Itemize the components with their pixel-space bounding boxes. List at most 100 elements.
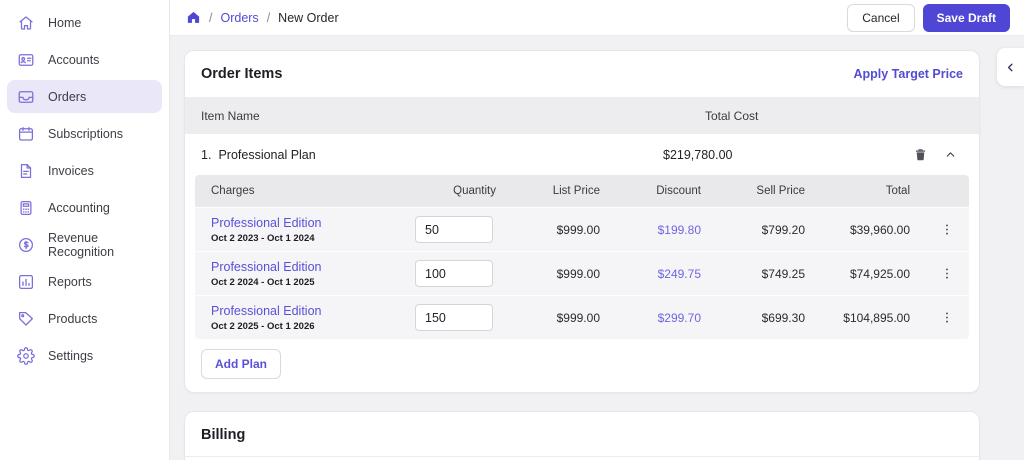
charge-menu-button[interactable] (940, 222, 954, 237)
gear-icon (17, 346, 35, 365)
list-price-value: $999.00 (556, 222, 600, 237)
sidebar-item-label: Products (48, 311, 98, 326)
sidebar-item-label: Subscriptions (48, 126, 124, 141)
breadcrumb-home-icon[interactable] (186, 10, 201, 25)
charge-name-link[interactable]: Professional Edition (211, 260, 415, 274)
save-draft-button[interactable]: Save Draft (922, 3, 1010, 32)
collapse-plan-button[interactable] (944, 148, 957, 161)
sidebar-item-label: Revenue Recognition (48, 230, 115, 259)
sidebar-item-products[interactable]: Products (7, 302, 162, 335)
total-value: $104,895.00 (843, 310, 910, 325)
order-items-card: Order Items Apply Target Price Item Name… (184, 50, 980, 393)
add-plan-button[interactable]: Add Plan (201, 349, 282, 379)
column-total: Total (885, 185, 910, 197)
sidebar: Home Accounts Orders Subscriptions Invoi… (0, 0, 170, 460)
trash-icon (915, 149, 926, 161)
sell-price-value: $799.20 (761, 222, 805, 237)
cancel-button[interactable]: Cancel (847, 3, 915, 32)
document-icon (20, 163, 32, 178)
tag-icon (18, 311, 34, 326)
column-total-cost: Total Cost (705, 108, 759, 123)
charge-menu-button[interactable] (940, 266, 954, 281)
breadcrumb: / Orders / New Order (186, 10, 339, 25)
order-items-title: Order Items (201, 66, 283, 82)
total-value: $74,925.00 (849, 266, 910, 281)
column-charges: Charges (211, 185, 255, 197)
collapse-panel-button[interactable] (997, 48, 1024, 86)
quantity-input[interactable] (415, 216, 493, 243)
breadcrumb-current: New Order (278, 10, 339, 25)
calculator-icon (20, 200, 32, 215)
billing-title: Billing (201, 427, 246, 443)
charge-name-link[interactable]: Professional Edition (211, 216, 415, 230)
column-list-price: List Price (552, 185, 600, 197)
breadcrumb-link-orders[interactable]: Orders (220, 11, 258, 25)
plan-total-cost: $219,780.00 (663, 147, 733, 162)
sidebar-item-label: Settings (48, 348, 94, 363)
sidebar-item-label: Orders (48, 89, 87, 104)
sidebar-item-subscriptions[interactable]: Subscriptions (7, 117, 162, 150)
breadcrumb-separator: / (266, 10, 271, 25)
id-card-icon (18, 53, 34, 66)
calendar-icon (18, 126, 34, 141)
charges-table-header: Charges Quantity List Price Discount Sel… (195, 175, 969, 207)
delete-plan-button[interactable] (913, 147, 928, 162)
discount-value[interactable]: $249.75 (615, 267, 716, 281)
content: Order Items Apply Target Price Item Name… (170, 36, 1024, 460)
sidebar-item-label: Home (48, 15, 82, 30)
sell-price-value: $699.30 (761, 310, 805, 325)
home-icon (19, 15, 33, 30)
sidebar-item-accounts[interactable]: Accounts (7, 43, 162, 76)
dollar-circle-icon (18, 237, 34, 252)
order-items-header: Order Items Apply Target Price (185, 51, 979, 97)
quantity-input[interactable] (415, 260, 493, 287)
sidebar-item-label: Invoices (48, 163, 94, 178)
sidebar-item-revenue-recognition[interactable]: Revenue Recognition (7, 228, 162, 261)
sell-price-value: $749.25 (761, 266, 805, 281)
discount-value[interactable]: $199.80 (615, 223, 716, 237)
charge-menu-button[interactable] (940, 310, 954, 325)
kebab-icon (946, 224, 948, 235)
breadcrumb-separator: / (209, 10, 213, 25)
chevron-left-icon (1007, 63, 1013, 71)
apply-target-price-link[interactable]: Apply Target Price (853, 67, 963, 81)
charge-name-link[interactable]: Professional Edition (211, 304, 415, 318)
charge-row: Professional Edition Oct 2 2025 - Oct 1 … (195, 295, 969, 339)
charge-period: Oct 2 2024 - Oct 1 2025 (211, 276, 315, 288)
charges-table: Charges Quantity List Price Discount Sel… (195, 175, 969, 339)
column-quantity: Quantity (453, 185, 496, 197)
charge-period: Oct 2 2025 - Oct 1 2026 (211, 320, 315, 332)
column-discount: Discount (656, 185, 701, 197)
sidebar-item-label: Reports (48, 274, 92, 289)
list-price-value: $999.00 (556, 266, 600, 281)
topbar-actions: Cancel Save Draft (847, 3, 1010, 32)
column-item-name: Item Name (201, 108, 260, 123)
list-price-value: $999.00 (556, 310, 600, 325)
kebab-icon (946, 312, 948, 323)
billing-card: Billing Billing Cycle Billing Cycle Star… (184, 411, 980, 460)
column-sell-price: Sell Price (756, 185, 805, 197)
total-value: $39,960.00 (849, 222, 910, 237)
charge-row: Professional Edition Oct 2 2023 - Oct 1 … (195, 207, 969, 251)
kebab-icon (946, 268, 948, 279)
discount-value[interactable]: $299.70 (615, 311, 716, 325)
charge-row: Professional Edition Oct 2 2024 - Oct 1 … (195, 251, 969, 295)
bar-chart-icon (18, 274, 34, 289)
quantity-input[interactable] (415, 304, 493, 331)
plan-index: 1. (201, 147, 212, 162)
inbox-icon (18, 90, 34, 103)
sidebar-item-orders[interactable]: Orders (7, 80, 162, 113)
sidebar-item-settings[interactable]: Settings (7, 339, 162, 372)
sidebar-item-invoices[interactable]: Invoices (7, 154, 162, 187)
sidebar-item-accounting[interactable]: Accounting (7, 191, 162, 224)
sidebar-item-reports[interactable]: Reports (7, 265, 162, 298)
sidebar-item-label: Accounting (48, 200, 110, 215)
plan-row: 1. Professional Plan $219,780.00 (185, 134, 979, 175)
items-table-header: Item Name Total Cost (185, 97, 979, 134)
charge-period: Oct 2 2023 - Oct 1 2024 (211, 232, 315, 244)
sidebar-item-label: Accounts (48, 52, 100, 67)
add-plan-row: Add Plan (185, 339, 979, 392)
chevron-up-icon (946, 152, 955, 157)
sidebar-item-home[interactable]: Home (7, 6, 162, 39)
plan-name: Professional Plan (218, 147, 316, 162)
